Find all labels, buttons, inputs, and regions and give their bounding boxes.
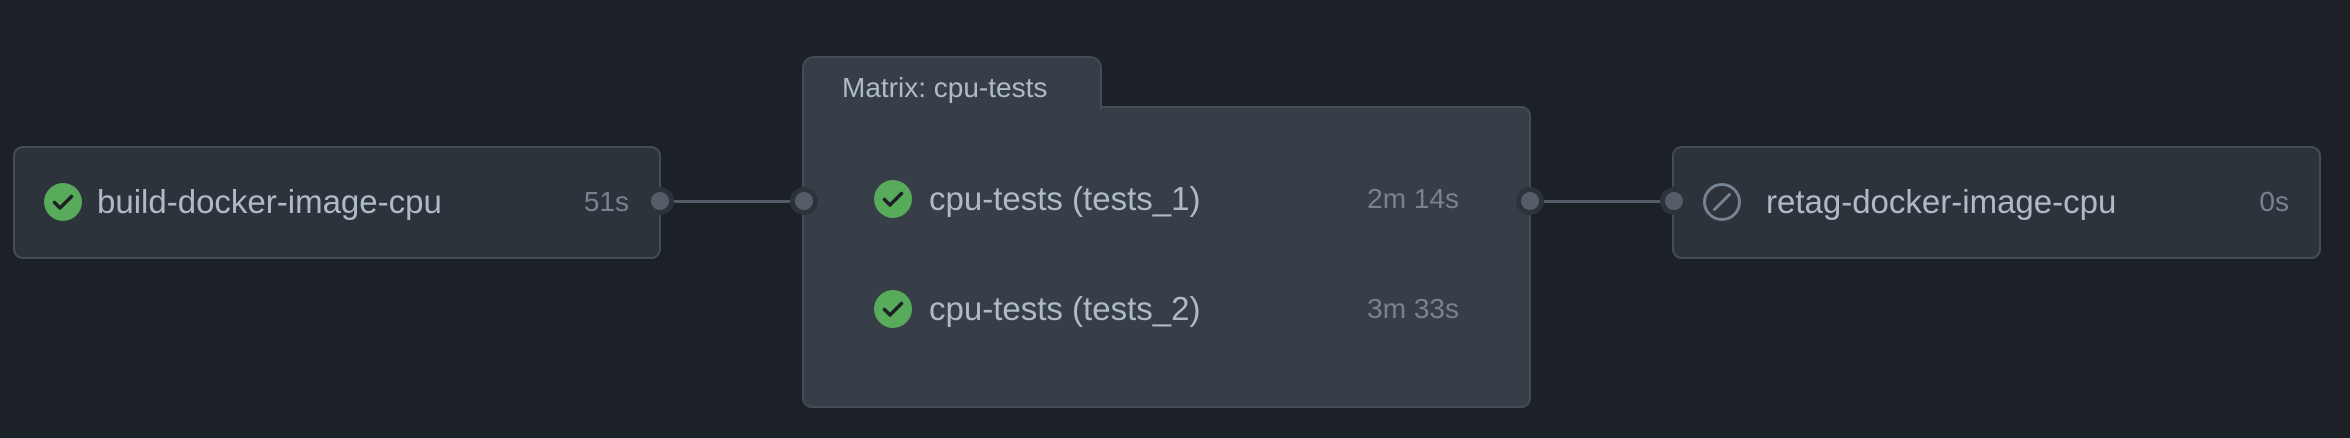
job-duration: 3m 33s bbox=[1367, 293, 1459, 324]
job-name: build-docker-image-cpu bbox=[97, 183, 442, 220]
job-duration: 51s bbox=[583, 186, 629, 217]
workflow-graph: build-docker-image-cpu 51s Matrix: cpu-t… bbox=[0, 0, 2350, 438]
input-port bbox=[1665, 192, 1683, 210]
job-duration: 0s bbox=[2259, 186, 2289, 217]
job-row: build-docker-image-cpu bbox=[43, 174, 643, 230]
matrix-job-cpu-tests-tests-2[interactable]: cpu-tests (tests_2) 3m 33s bbox=[873, 281, 1473, 337]
input-port bbox=[795, 192, 813, 210]
check-circle-icon bbox=[873, 289, 913, 329]
check-circle-icon bbox=[43, 182, 83, 222]
matrix-title: Matrix: cpu-tests bbox=[842, 72, 1048, 103]
output-port bbox=[1521, 192, 1539, 210]
matrix-job-cpu-tests-tests-1[interactable]: cpu-tests (tests_1) 2m 14s bbox=[873, 171, 1473, 227]
connector-matrix-to-retag bbox=[1531, 200, 1675, 203]
job-name: retag-docker-image-cpu bbox=[1766, 183, 2117, 220]
matrix-group-cpu-tests bbox=[802, 106, 1531, 408]
job-name: cpu-tests (tests_1) bbox=[929, 180, 1201, 217]
skipped-icon bbox=[1702, 182, 1742, 222]
connector-build-to-matrix bbox=[660, 200, 805, 203]
check-circle-icon bbox=[873, 179, 913, 219]
job-card-retag-docker-image-cpu[interactable]: retag-docker-image-cpu 0s bbox=[1672, 146, 2321, 259]
job-row: retag-docker-image-cpu bbox=[1702, 174, 2302, 230]
output-port bbox=[651, 192, 669, 210]
job-card-build-docker-image-cpu[interactable]: build-docker-image-cpu 51s bbox=[13, 146, 661, 259]
job-duration: 2m 14s bbox=[1367, 183, 1459, 214]
job-name: cpu-tests (tests_2) bbox=[929, 290, 1201, 327]
